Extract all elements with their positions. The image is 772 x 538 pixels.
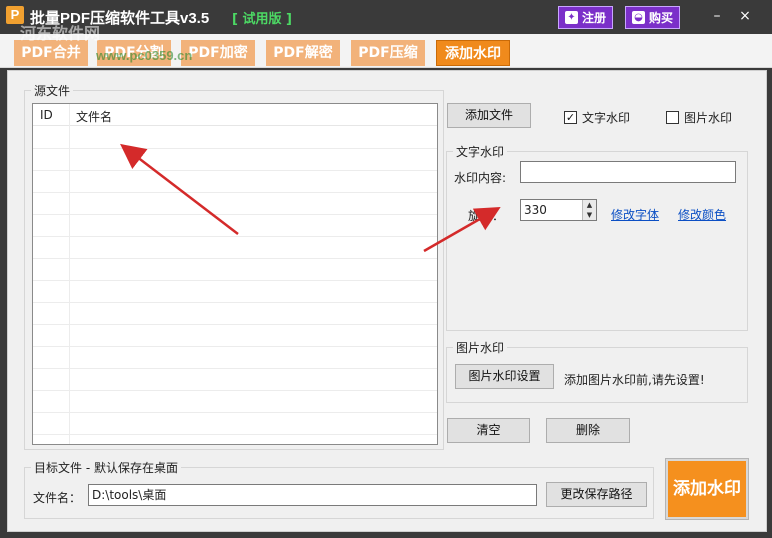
grid-line — [33, 434, 437, 435]
app-window: P 批量PDF压缩软件工具v3.5 [ 试用版 ] ✦ 注册 ◒ 购买 – × … — [0, 0, 772, 538]
register-icon: ✦ — [565, 11, 578, 24]
grid-line — [33, 390, 437, 391]
grid-line — [33, 324, 437, 325]
tab-pdf-decrypt[interactable]: PDF解密 — [266, 40, 340, 66]
rotate-stepper[interactable]: 330 ▲ ▼ — [520, 199, 597, 221]
checkmark-icon: ✓ — [564, 111, 577, 124]
column-divider — [69, 104, 70, 444]
add-file-button[interactable]: 添加文件 — [447, 103, 531, 128]
grid-line — [33, 170, 437, 171]
image-watermark-hint: 添加图片水印前,请先设置! — [564, 373, 705, 387]
text-watermark-label: 文字水印 — [582, 111, 631, 125]
trial-badge: [ 试用版 ] — [232, 12, 292, 27]
filename-label: 文件名： — [33, 491, 82, 505]
image-watermark-settings-button[interactable]: 图片水印设置 — [455, 364, 554, 389]
title-bar: P 批量PDF压缩软件工具v3.5 [ 试用版 ] ✦ 注册 ◒ 购买 – × — [0, 0, 772, 34]
unchecked-box-icon — [666, 111, 679, 124]
change-font-link[interactable]: 修改字体 — [611, 206, 659, 223]
watermark-content-label: 水印内容: — [454, 171, 507, 185]
image-watermark-title: 图片水印 — [453, 339, 508, 356]
text-watermark-checkbox[interactable]: ✓ 文字水印 — [564, 109, 630, 126]
site-watermark-url: www.pc0359.cn — [96, 48, 193, 63]
target-file-title: 目标文件 - 默认保存在桌面 — [31, 459, 181, 476]
column-filename[interactable]: 文件名 — [76, 108, 112, 125]
source-files-title: 源文件 — [31, 82, 74, 99]
close-button[interactable]: × — [734, 6, 756, 26]
add-watermark-button[interactable]: 添加水印 — [665, 458, 749, 520]
buy-button[interactable]: ◒ 购买 — [625, 6, 681, 29]
delete-button[interactable]: 删除 — [546, 418, 630, 443]
file-list[interactable]: ID 文件名 — [32, 103, 438, 445]
spin-up-icon[interactable]: ▲ — [582, 200, 596, 210]
grid-line — [33, 148, 437, 149]
minimize-button[interactable]: – — [706, 6, 728, 26]
site-watermark: 河东软件网 — [20, 24, 101, 43]
rotate-value: 330 — [524, 203, 547, 217]
rotate-label: 旋转： — [468, 209, 505, 223]
column-id[interactable]: ID — [40, 108, 53, 122]
clear-button[interactable]: 清空 — [447, 418, 530, 443]
change-color-link[interactable]: 修改颜色 — [678, 206, 726, 223]
grid-line — [33, 236, 437, 237]
watermark-content-input[interactable] — [520, 161, 736, 183]
register-label: 注册 — [582, 11, 607, 25]
buy-label: 购买 — [649, 11, 674, 25]
text-watermark-title: 文字水印 — [453, 143, 508, 160]
grid-line — [33, 280, 437, 281]
grid-line — [33, 368, 437, 369]
grid-line — [33, 412, 437, 413]
main-panel: 源文件 ID 文件名 添加文件 ✓ 文字水印 图片水印 文字水印 水印内容: 旋… — [7, 70, 767, 532]
image-watermark-label: 图片水印 — [684, 111, 733, 125]
register-button[interactable]: ✦ 注册 — [558, 6, 614, 29]
grid-line — [33, 302, 437, 303]
image-watermark-checkbox[interactable]: 图片水印 — [666, 109, 732, 126]
file-list-header: ID 文件名 — [33, 104, 437, 126]
grid-line — [33, 214, 437, 215]
tab-pdf-compress[interactable]: PDF压缩 — [351, 40, 425, 66]
filename-input[interactable]: D:\tools\桌面 — [88, 484, 537, 506]
cart-icon: ◒ — [632, 11, 645, 24]
grid-line — [33, 192, 437, 193]
change-save-path-button[interactable]: 更改保存路径 — [546, 482, 647, 507]
spin-down-icon[interactable]: ▼ — [582, 210, 596, 220]
grid-line — [33, 258, 437, 259]
tab-add-watermark[interactable]: 添加水印 — [436, 40, 510, 66]
grid-line — [33, 346, 437, 347]
